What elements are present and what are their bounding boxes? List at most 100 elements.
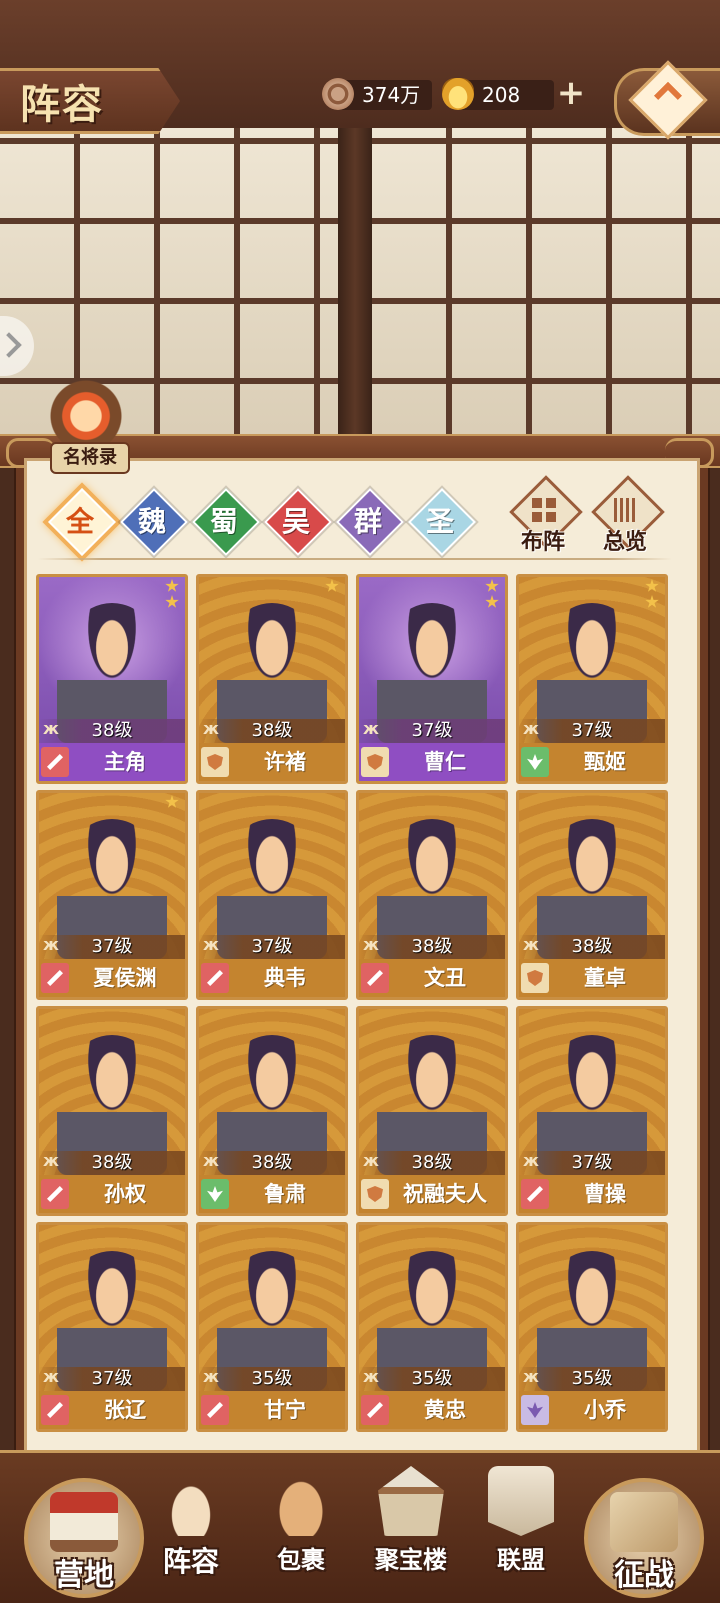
faction-label: 吴	[281, 505, 310, 538]
faction-filter-5[interactable]: 圣	[408, 488, 476, 556]
nav-treasure[interactable]: 聚宝楼	[356, 1460, 466, 1596]
hero-card[interactable]: ж 37级 曹仁	[356, 574, 508, 784]
lotus-icon	[527, 1402, 543, 1418]
hero-name: 鲁肃	[264, 1182, 306, 1206]
hero-name: 文丑	[424, 966, 466, 990]
role-badge	[41, 963, 69, 993]
hero-card[interactable]: ж 38级 许褚	[196, 574, 348, 784]
hero-card[interactable]: ж 37级 曹操	[516, 1006, 668, 1216]
hero-card[interactable]: ж 35级 小乔	[516, 1222, 668, 1432]
nav-alliance[interactable]: 联盟	[466, 1460, 576, 1596]
hero-card[interactable]: ж 38级 孙权	[36, 1006, 188, 1216]
shield-icon	[207, 754, 223, 770]
hero-name: 小乔	[584, 1398, 626, 1422]
divider	[38, 558, 672, 560]
role-badge	[521, 747, 549, 777]
hero-name: 主角	[104, 750, 146, 774]
hero-card[interactable]: ж 37级 典韦	[196, 790, 348, 1000]
hero-card[interactable]: ж 38级 鲁肃	[196, 1006, 348, 1216]
role-badge	[201, 747, 229, 777]
star-icon	[645, 579, 659, 592]
shield-icon	[367, 754, 383, 770]
role-badge	[201, 1179, 229, 1209]
hero-grid: ж 38级 主角 ж 38级 许褚 ж 37级 曹仁 ж 37级 甄姬 ж 37级 夏侯渊 ж 37级 典韦 ж 38…	[36, 574, 676, 1449]
roster-label[interactable]: 名将录	[50, 442, 130, 474]
nav-lineup[interactable]: 阵容	[136, 1460, 246, 1596]
banner-swords-icon	[488, 1466, 554, 1536]
hero-level: 35级	[411, 1368, 453, 1389]
add-gold-button[interactable]: +	[556, 76, 586, 110]
copper-amount: 374万	[362, 83, 421, 107]
star-icon	[325, 579, 339, 592]
faction-label: 魏	[137, 505, 166, 538]
hero-card[interactable]: ж 37级 张辽	[36, 1222, 188, 1432]
hero-level: 37级	[571, 720, 613, 741]
sword-icon	[367, 970, 383, 986]
nav-bag[interactable]: 包裹	[246, 1460, 356, 1596]
role-badge	[41, 1395, 69, 1425]
sword-icon	[527, 1186, 543, 1202]
hero-level: 38级	[411, 1152, 453, 1173]
camp-button[interactable]: 营地	[24, 1478, 144, 1598]
role-badge	[201, 1395, 229, 1425]
hero-card[interactable]: ж 38级 主角	[36, 574, 188, 784]
formation-label: 布阵	[520, 529, 565, 555]
faction-filter-1[interactable]: 魏	[120, 488, 188, 556]
hero-card[interactable]: ж 38级 董卓	[516, 790, 668, 1000]
hero-card[interactable]: ж 35级 黄忠	[356, 1222, 508, 1432]
faction-label: 全	[65, 505, 94, 538]
hero-card[interactable]: ж 35级 甘宁	[196, 1222, 348, 1432]
hero-card[interactable]: ж 37级 甄姬	[516, 574, 668, 784]
hero-level: 35级	[251, 1368, 293, 1389]
battle-button[interactable]: 征战	[584, 1478, 704, 1598]
hero-level: 38级	[251, 720, 293, 741]
hero-level: 37级	[91, 1368, 133, 1389]
overview-button[interactable]: 总览	[591, 475, 665, 556]
role-badge	[361, 963, 389, 993]
pavilion-icon	[378, 1466, 444, 1536]
hero-name: 夏侯渊	[93, 966, 157, 990]
role-badge	[201, 963, 229, 993]
star-rating	[325, 579, 341, 595]
camp-label: 营地	[54, 1558, 114, 1593]
hero-card[interactable]: ж 37级 夏侯渊	[36, 790, 188, 1000]
hero-name: 甄姬	[584, 750, 626, 774]
lotus-icon	[527, 754, 543, 770]
hero-card[interactable]: ж 38级 文丑	[356, 790, 508, 1000]
shield-icon	[527, 970, 543, 986]
role-badge	[41, 1179, 69, 1209]
map-scroll-icon	[610, 1492, 678, 1552]
nav-bag-label: 包裹	[277, 1545, 325, 1574]
faction-filter-2[interactable]: 蜀	[192, 488, 260, 556]
sword-icon	[47, 970, 63, 986]
hero-level: 38级	[251, 1152, 293, 1173]
nav-lineup-label: 阵容	[162, 1545, 219, 1578]
gold-amount: 208	[482, 83, 521, 107]
hero-card[interactable]: ж 38级 祝融夫人	[356, 1006, 508, 1216]
hero-level: 38级	[411, 936, 453, 957]
overview-label: 总览	[602, 529, 647, 555]
bag-icon	[268, 1466, 334, 1536]
formation-button[interactable]: 布阵	[509, 475, 583, 556]
role-badge	[361, 1179, 389, 1209]
copper-coin-icon	[322, 78, 354, 110]
hero-name: 黄忠	[424, 1398, 466, 1422]
sword-icon	[47, 1402, 63, 1418]
battle-label: 征战	[614, 1558, 674, 1593]
camp-gate-icon	[50, 1492, 118, 1552]
hero-level: 37级	[571, 1152, 613, 1173]
sword-icon	[367, 1402, 383, 1418]
sword-icon	[207, 970, 223, 986]
role-badge	[521, 963, 549, 993]
faction-filter-3[interactable]: 吴	[264, 488, 332, 556]
hero-level: 38级	[91, 720, 133, 741]
role-badge	[41, 747, 69, 777]
gold-counter: 208	[442, 78, 554, 110]
nav-alliance-label: 联盟	[497, 1545, 545, 1574]
faction-filter-0[interactable]: 全	[48, 488, 116, 556]
faction-filter-4[interactable]: 群	[336, 488, 404, 556]
star-icon	[165, 795, 179, 808]
hero-level: 38级	[571, 936, 613, 957]
hero-name: 孙权	[104, 1182, 146, 1206]
shield-icon	[367, 1186, 383, 1202]
